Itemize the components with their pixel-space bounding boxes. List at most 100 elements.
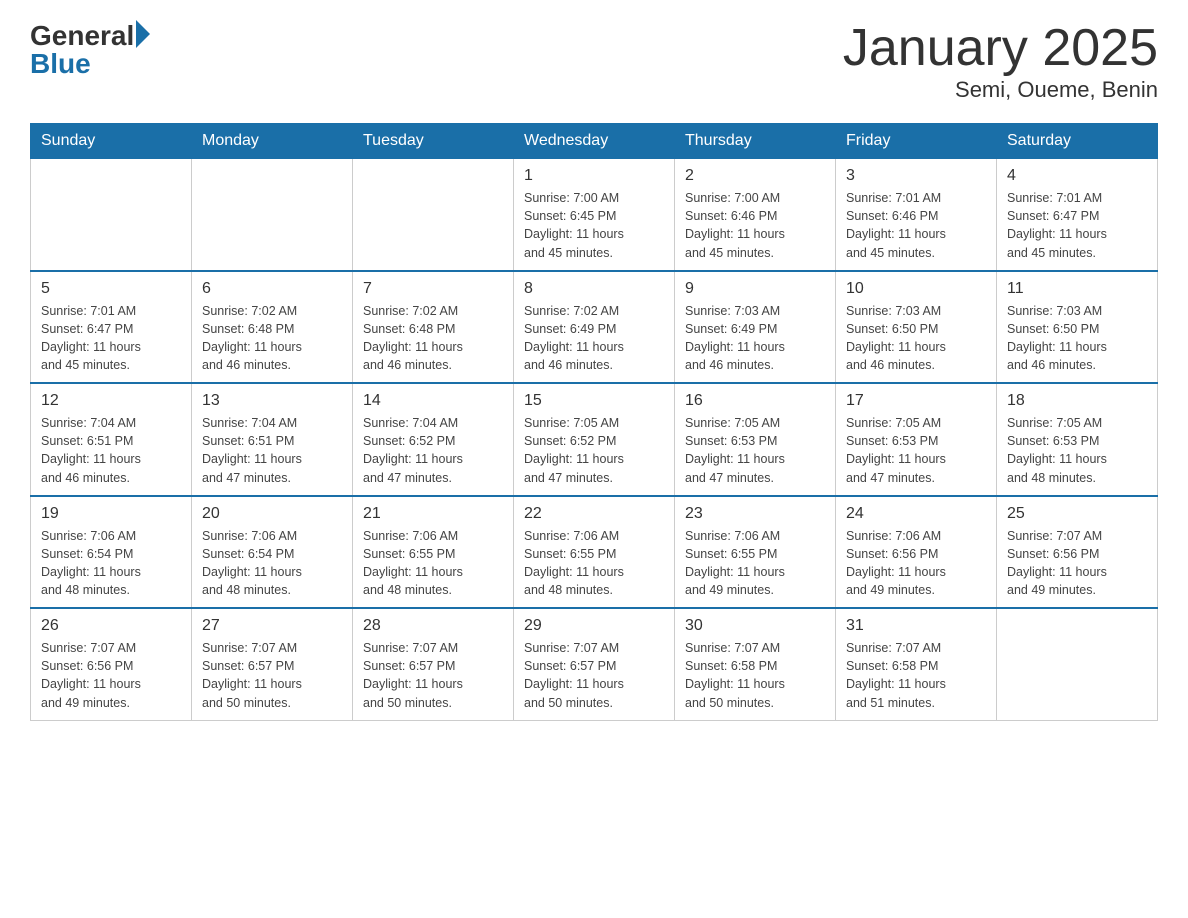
calendar-cell: 27 Sunrise: 7:07 AM Sunset: 6:57 PM Dayli… <box>192 608 353 720</box>
day-number: 31 <box>846 617 986 635</box>
day-info: Sunrise: 7:06 AM Sunset: 6:56 PM Dayligh… <box>846 527 986 600</box>
day-header-thursday: Thursday <box>675 124 836 159</box>
day-info: Sunrise: 7:01 AM Sunset: 6:47 PM Dayligh… <box>41 302 181 375</box>
calendar-cell: 28Sunrise: 7:07 AM Sunset: 6:57 PM Dayli… <box>353 608 514 720</box>
day-number: 18 <box>1007 392 1147 410</box>
calendar-cell: 31 Sunrise: 7:07 AM Sunset: 6:58 PM Dayli… <box>836 608 997 720</box>
day-info: Sunrise: 7:07 AM Sunset: 6:58 PM Dayligh… <box>846 639 986 712</box>
day-number: 5 <box>41 280 181 298</box>
calendar-cell: 22Sunrise: 7:06 AM Sunset: 6:55 PM Dayli… <box>514 496 675 609</box>
calendar-cell: 18 Sunrise: 7:05 AM Sunset: 6:53 PM Dayli… <box>997 383 1158 496</box>
day-info: Sunrise: 7:00 AM Sunset: 6:45 PM Dayligh… <box>524 189 664 262</box>
day-info: Sunrise: 7:06 AM Sunset: 6:55 PM Dayligh… <box>524 527 664 600</box>
title-section: January 2025 Semi, Oueme, Benin <box>843 20 1158 103</box>
calendar-cell: 30 Sunrise: 7:07 AM Sunset: 6:58 PM Dayli… <box>675 608 836 720</box>
calendar-cell: 29Sunrise: 7:07 AM Sunset: 6:57 PM Dayli… <box>514 608 675 720</box>
day-number: 8 <box>524 280 664 298</box>
calendar-week-row: 5 Sunrise: 7:01 AM Sunset: 6:47 PM Daylig… <box>31 271 1158 384</box>
day-info: Sunrise: 7:05 AM Sunset: 6:53 PM Dayligh… <box>846 414 986 487</box>
day-number: 27 <box>202 617 342 635</box>
logo-triangle-icon <box>136 20 150 48</box>
calendar-cell: 6 Sunrise: 7:02 AM Sunset: 6:48 PM Daylig… <box>192 271 353 384</box>
day-info: Sunrise: 7:07 AM Sunset: 6:57 PM Dayligh… <box>202 639 342 712</box>
calendar-cell: 1 Sunrise: 7:00 AM Sunset: 6:45 PM Daylig… <box>514 159 675 271</box>
calendar-cell: 15 Sunrise: 7:05 AM Sunset: 6:52 PM Dayli… <box>514 383 675 496</box>
calendar-cell <box>192 159 353 271</box>
calendar-cell: 16 Sunrise: 7:05 AM Sunset: 6:53 PM Dayli… <box>675 383 836 496</box>
calendar-cell <box>997 608 1158 720</box>
day-info: Sunrise: 7:00 AM Sunset: 6:46 PM Dayligh… <box>685 189 825 262</box>
day-number: 12 <box>41 392 181 410</box>
calendar-cell: 2 Sunrise: 7:00 AM Sunset: 6:46 PM Daylig… <box>675 159 836 271</box>
logo: General Blue <box>30 20 150 80</box>
day-number: 9 <box>685 280 825 298</box>
day-info: Sunrise: 7:05 AM Sunset: 6:53 PM Dayligh… <box>1007 414 1147 487</box>
calendar-cell: 23Sunrise: 7:06 AM Sunset: 6:55 PM Dayli… <box>675 496 836 609</box>
day-number: 24 <box>846 505 986 523</box>
calendar-cell: 10 Sunrise: 7:03 AM Sunset: 6:50 PM Dayli… <box>836 271 997 384</box>
day-info: Sunrise: 7:04 AM Sunset: 6:51 PM Dayligh… <box>41 414 181 487</box>
page-header: General Blue January 2025 Semi, Oueme, B… <box>30 20 1158 103</box>
day-number: 11 <box>1007 280 1147 298</box>
day-info: Sunrise: 7:03 AM Sunset: 6:50 PM Dayligh… <box>1007 302 1147 375</box>
day-number: 1 <box>524 167 664 185</box>
day-number: 28 <box>363 617 503 635</box>
day-info: Sunrise: 7:05 AM Sunset: 6:53 PM Dayligh… <box>685 414 825 487</box>
day-number: 2 <box>685 167 825 185</box>
calendar-cell <box>31 159 192 271</box>
day-header-sunday: Sunday <box>31 124 192 159</box>
day-number: 13 <box>202 392 342 410</box>
calendar-cell: 17 Sunrise: 7:05 AM Sunset: 6:53 PM Dayli… <box>836 383 997 496</box>
day-header-friday: Friday <box>836 124 997 159</box>
calendar-cell: 19Sunrise: 7:06 AM Sunset: 6:54 PM Dayli… <box>31 496 192 609</box>
day-info: Sunrise: 7:03 AM Sunset: 6:50 PM Dayligh… <box>846 302 986 375</box>
day-info: Sunrise: 7:02 AM Sunset: 6:48 PM Dayligh… <box>202 302 342 375</box>
day-info: Sunrise: 7:06 AM Sunset: 6:54 PM Dayligh… <box>202 527 342 600</box>
day-info: Sunrise: 7:07 AM Sunset: 6:57 PM Dayligh… <box>524 639 664 712</box>
calendar-cell: 26Sunrise: 7:07 AM Sunset: 6:56 PM Dayli… <box>31 608 192 720</box>
day-header-tuesday: Tuesday <box>353 124 514 159</box>
day-number: 3 <box>846 167 986 185</box>
day-number: 21 <box>363 505 503 523</box>
day-info: Sunrise: 7:01 AM Sunset: 6:47 PM Dayligh… <box>1007 189 1147 262</box>
day-number: 20 <box>202 505 342 523</box>
day-number: 7 <box>363 280 503 298</box>
logo-blue-text: Blue <box>30 48 91 80</box>
day-info: Sunrise: 7:03 AM Sunset: 6:49 PM Dayligh… <box>685 302 825 375</box>
day-info: Sunrise: 7:07 AM Sunset: 6:56 PM Dayligh… <box>41 639 181 712</box>
calendar-cell: 11 Sunrise: 7:03 AM Sunset: 6:50 PM Dayli… <box>997 271 1158 384</box>
calendar-cell: 9 Sunrise: 7:03 AM Sunset: 6:49 PM Daylig… <box>675 271 836 384</box>
day-number: 17 <box>846 392 986 410</box>
day-info: Sunrise: 7:06 AM Sunset: 6:54 PM Dayligh… <box>41 527 181 600</box>
calendar-cell: 13Sunrise: 7:04 AM Sunset: 6:51 PM Dayli… <box>192 383 353 496</box>
day-header-saturday: Saturday <box>997 124 1158 159</box>
day-number: 10 <box>846 280 986 298</box>
calendar-cell: 3Sunrise: 7:01 AM Sunset: 6:46 PM Daylig… <box>836 159 997 271</box>
calendar-cell: 21 Sunrise: 7:06 AM Sunset: 6:55 PM Dayli… <box>353 496 514 609</box>
day-number: 16 <box>685 392 825 410</box>
calendar-cell: 8Sunrise: 7:02 AM Sunset: 6:49 PM Daylig… <box>514 271 675 384</box>
day-header-wednesday: Wednesday <box>514 124 675 159</box>
calendar-cell: 5 Sunrise: 7:01 AM Sunset: 6:47 PM Daylig… <box>31 271 192 384</box>
day-info: Sunrise: 7:05 AM Sunset: 6:52 PM Dayligh… <box>524 414 664 487</box>
day-info: Sunrise: 7:07 AM Sunset: 6:58 PM Dayligh… <box>685 639 825 712</box>
calendar-cell: 25Sunrise: 7:07 AM Sunset: 6:56 PM Dayli… <box>997 496 1158 609</box>
day-number: 25 <box>1007 505 1147 523</box>
calendar-cell <box>353 159 514 271</box>
calendar-cell: 14 Sunrise: 7:04 AM Sunset: 6:52 PM Dayli… <box>353 383 514 496</box>
day-info: Sunrise: 7:02 AM Sunset: 6:48 PM Dayligh… <box>363 302 503 375</box>
calendar-cell: 12 Sunrise: 7:04 AM Sunset: 6:51 PM Dayli… <box>31 383 192 496</box>
day-number: 14 <box>363 392 503 410</box>
day-number: 4 <box>1007 167 1147 185</box>
calendar-subtitle: Semi, Oueme, Benin <box>843 77 1158 103</box>
calendar-week-row: 12 Sunrise: 7:04 AM Sunset: 6:51 PM Dayli… <box>31 383 1158 496</box>
day-info: Sunrise: 7:06 AM Sunset: 6:55 PM Dayligh… <box>363 527 503 600</box>
calendar-header-row: SundayMondayTuesdayWednesdayThursdayFrid… <box>31 124 1158 159</box>
day-info: Sunrise: 7:04 AM Sunset: 6:52 PM Dayligh… <box>363 414 503 487</box>
day-number: 15 <box>524 392 664 410</box>
day-header-monday: Monday <box>192 124 353 159</box>
day-number: 6 <box>202 280 342 298</box>
calendar-week-row: 26Sunrise: 7:07 AM Sunset: 6:56 PM Dayli… <box>31 608 1158 720</box>
calendar-table: SundayMondayTuesdayWednesdayThursdayFrid… <box>30 123 1158 721</box>
day-number: 30 <box>685 617 825 635</box>
